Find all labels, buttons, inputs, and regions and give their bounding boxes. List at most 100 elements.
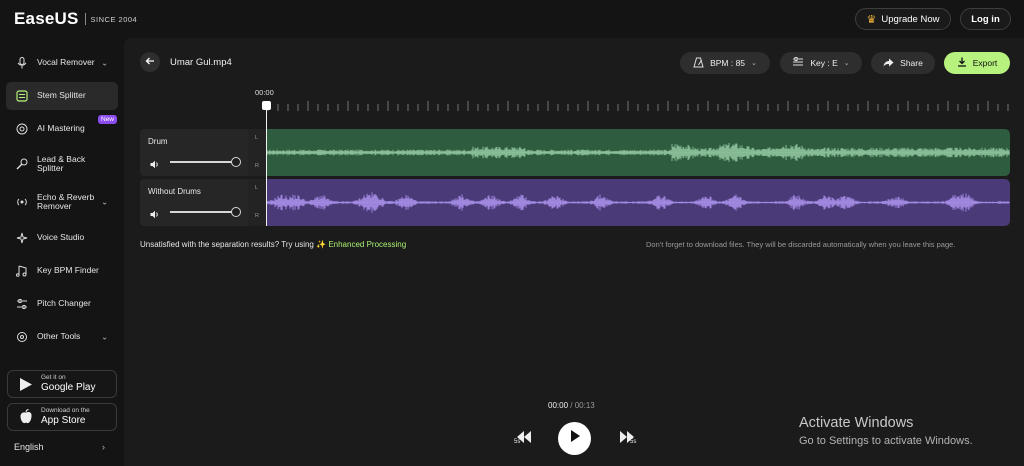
music-note-icon	[16, 265, 28, 277]
chevron-right-icon[interactable]: ›	[102, 442, 105, 452]
watermark-subtitle: Go to Settings to activate Windows.	[799, 435, 973, 447]
arrow-left-icon	[145, 53, 155, 71]
download-icon	[957, 57, 967, 69]
svg-text:5s: 5s	[514, 439, 520, 444]
mastering-icon	[16, 123, 28, 135]
hint-text: Unsatisfied with the separation results?…	[140, 240, 314, 249]
enhanced-processing-label: Enhanced Processing	[328, 240, 407, 249]
sidebar: Vocal Remover ⌄ Stem Splitter AI Masteri…	[0, 38, 124, 466]
enhanced-processing-link[interactable]: ✨ Enhanced Processing	[316, 240, 406, 249]
google-play-icon	[18, 376, 34, 392]
upgrade-button[interactable]: ♛ Upgrade Now	[855, 8, 951, 30]
sidebar-item-echo-reverb-remover[interactable]: Echo & Reverb Remover ⌄	[6, 188, 118, 216]
chevron-down-icon: ⌄	[101, 197, 108, 207]
mic-split-icon	[16, 158, 28, 170]
sidebar-item-lead-back-splitter[interactable]: Lead & Back Splitter	[6, 150, 118, 178]
track-name: Without Drums	[148, 187, 201, 196]
track-without-drums-waveform[interactable]	[266, 179, 1010, 226]
sliders-icon	[16, 298, 28, 310]
editor-panel: Umar Gul.mp4 BPM : 85 ⌄ Key : E ⌄ Share …	[124, 38, 1024, 466]
volume-slider-track[interactable]	[170, 211, 235, 213]
back-button[interactable]	[140, 52, 160, 72]
rewind-5s-button[interactable]: 5s	[514, 430, 534, 449]
chevron-down-icon: ⌄	[101, 58, 108, 68]
logo-text: EaseUS	[14, 9, 79, 28]
right-channel-label: R	[255, 213, 259, 219]
language-selector[interactable]: English	[14, 442, 44, 452]
export-label: Export	[972, 58, 998, 68]
forward-5s-button[interactable]: 5s	[617, 430, 637, 449]
sidebar-item-label: Key BPM Finder	[37, 265, 99, 276]
ruler-start-time: 00:00	[255, 88, 274, 97]
left-channel-label: L	[255, 135, 259, 141]
grid-icon	[16, 331, 28, 343]
crown-icon: ♛	[866, 13, 877, 26]
watermark-title: Activate Windows	[799, 415, 914, 431]
track-name: Drum	[148, 137, 168, 146]
sidebar-item-stem-splitter[interactable]: Stem Splitter	[6, 82, 118, 110]
track-drum-waveform[interactable]	[266, 129, 1010, 176]
sparkle-icon: ✨	[316, 240, 327, 249]
app-store-button[interactable]: Download on the App Store	[7, 403, 117, 431]
svg-text:5s: 5s	[630, 439, 636, 444]
rewind-icon: 5s	[514, 431, 531, 445]
app-store-small: Download on the	[41, 407, 90, 414]
share-label: Share	[900, 58, 923, 68]
sidebar-item-other-tools[interactable]: Other Tools ⌄	[6, 323, 118, 351]
key-label: Key : E	[810, 58, 838, 68]
login-button[interactable]: Log in	[960, 8, 1011, 30]
brand-logo[interactable]: EaseUS SINCE 2004	[14, 9, 137, 29]
sparkle-icon	[16, 232, 28, 244]
volume-slider-track[interactable]	[170, 161, 235, 163]
time-separator: /	[570, 401, 573, 410]
total-time: 00:13	[574, 401, 595, 410]
timeline-ruler[interactable]	[266, 100, 1010, 112]
channel-indicator: L R	[248, 179, 266, 226]
metronome-icon	[693, 57, 704, 70]
playhead-line	[266, 104, 267, 226]
sidebar-item-label: Pitch Changer	[37, 298, 91, 309]
forward-icon: 5s	[620, 431, 636, 445]
volume-slider-handle[interactable]	[231, 157, 241, 167]
speaker-icon[interactable]	[150, 156, 160, 174]
sidebar-item-voice-studio[interactable]: Voice Studio	[6, 224, 118, 252]
echo-icon	[16, 196, 28, 208]
speaker-icon[interactable]	[150, 206, 160, 224]
upgrade-label: Upgrade Now	[881, 13, 940, 25]
sidebar-item-key-bpm-finder[interactable]: Key BPM Finder	[6, 257, 118, 285]
logo-since: SINCE 2004	[90, 14, 138, 24]
sidebar-item-label: Voice Studio	[37, 232, 85, 243]
volume-slider-handle[interactable]	[231, 207, 241, 217]
sidebar-item-pitch-changer[interactable]: Pitch Changer	[6, 290, 118, 318]
google-play-button[interactable]: Get it on Google Play	[7, 370, 117, 398]
left-channel-label: L	[255, 185, 259, 191]
share-button[interactable]: Share	[871, 52, 935, 74]
apple-icon	[18, 409, 34, 425]
sidebar-item-label: Echo & Reverb Remover	[37, 191, 95, 211]
app-store-big: App Store	[41, 415, 86, 426]
top-bar: EaseUS SINCE 2004 ♛ Upgrade Now Log in	[0, 0, 1024, 38]
sidebar-item-ai-mastering[interactable]: AI Mastering New	[6, 115, 118, 143]
windows-activation-watermark: Activate Windows Go to Settings to activ…	[799, 415, 973, 447]
track-without-drums-header: Without Drums	[140, 179, 248, 226]
sidebar-item-label: AI Mastering	[37, 123, 85, 134]
bpm-label: BPM : 85	[710, 58, 746, 68]
sidebar-item-vocal-remover[interactable]: Vocal Remover ⌄	[6, 49, 118, 77]
export-button[interactable]: Export	[944, 52, 1010, 74]
key-icon	[792, 57, 804, 69]
enhanced-processing-hint: Unsatisfied with the separation results?…	[140, 240, 406, 249]
sidebar-item-label: Stem Splitter	[37, 90, 86, 101]
bpm-dropdown[interactable]: BPM : 85 ⌄	[680, 52, 770, 74]
playback-time: 00:00 / 00:13	[548, 401, 595, 410]
stems-icon	[16, 90, 28, 102]
sidebar-item-label: Other Tools	[37, 331, 81, 342]
playhead-handle[interactable]	[262, 101, 271, 110]
waveform	[266, 143, 1010, 162]
logo-divider	[84, 13, 86, 25]
play-button[interactable]	[558, 422, 591, 455]
key-dropdown[interactable]: Key : E ⌄	[780, 52, 862, 74]
file-name: Umar Gul.mp4	[170, 57, 232, 68]
channel-indicator: L R	[248, 129, 266, 176]
share-icon	[883, 58, 894, 69]
microphone-icon	[16, 57, 28, 69]
